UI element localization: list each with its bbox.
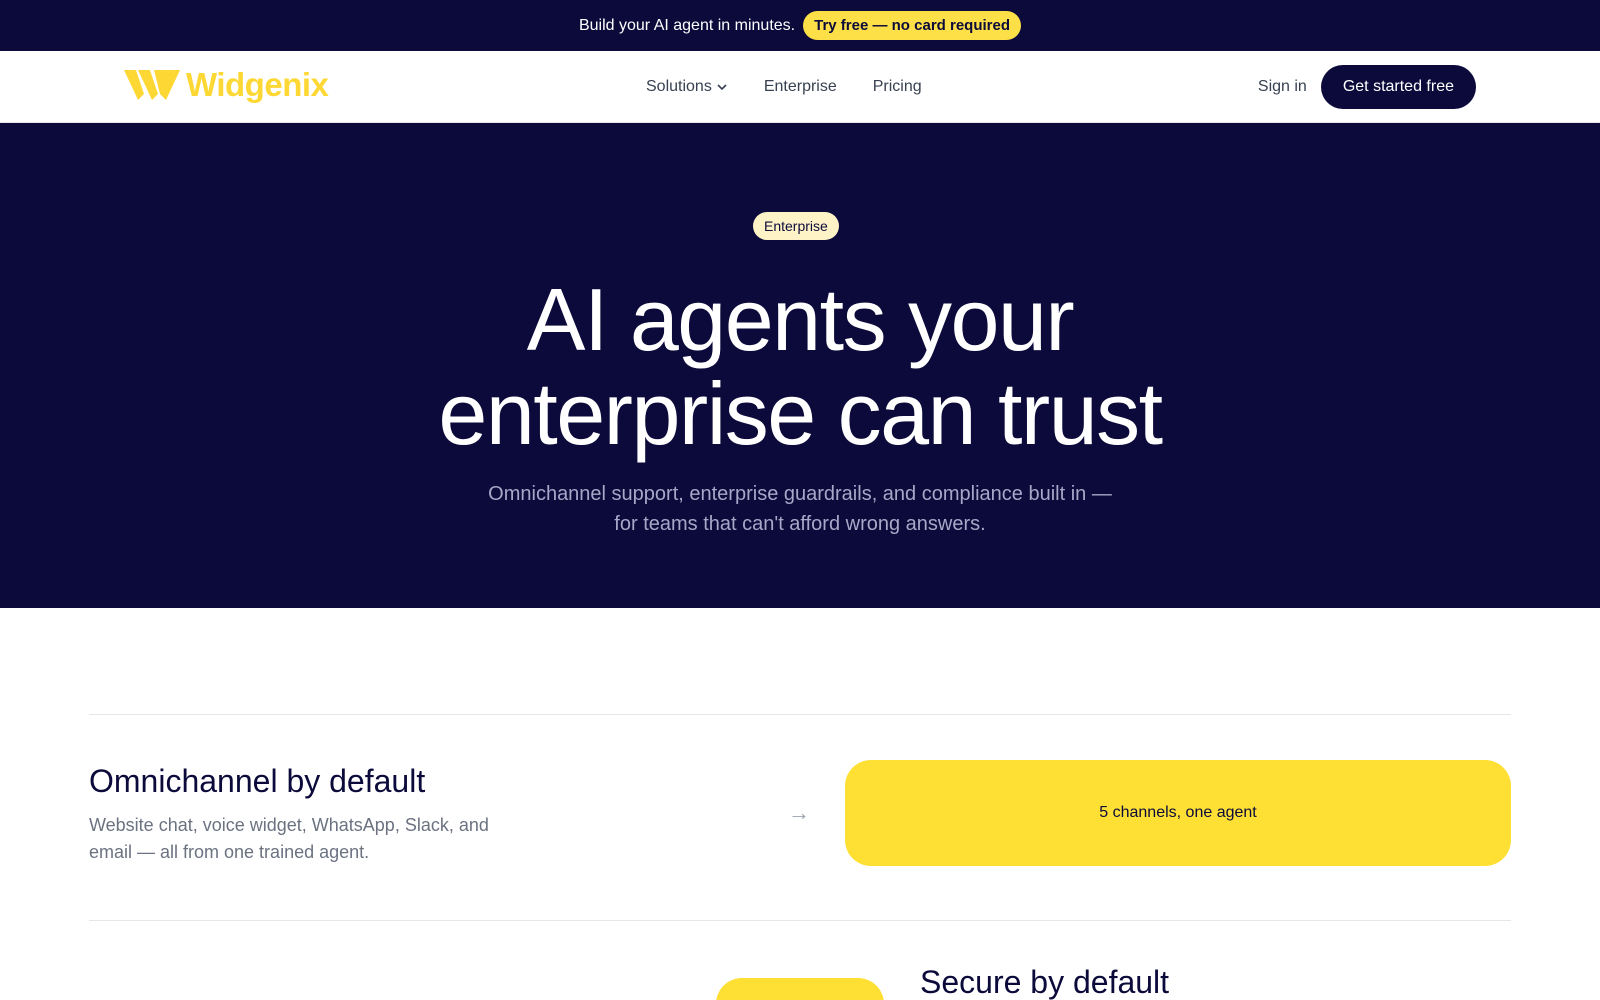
nav-link-solutions-label: Solutions (646, 78, 712, 95)
logo-mark-icon (124, 70, 180, 100)
banner-text: Build your AI agent in minutes. (578, 16, 796, 34)
hero-section: Enterprise AI agents your enterprise can… (0, 123, 1600, 608)
arrow-right-icon: → (788, 800, 810, 825)
nav-link-solutions[interactable]: Solutions (646, 78, 728, 96)
logo[interactable]: Widgenix (124, 65, 329, 105)
section-divider (89, 714, 1511, 715)
feature-title: Secure by default (920, 964, 1170, 1000)
sign-in-link[interactable]: Sign in (1258, 78, 1307, 96)
feature-card (716, 978, 884, 1000)
hero-title: AI agents your enterprise can trust (300, 273, 1300, 461)
chevron-down-icon (717, 84, 727, 91)
hero-subtitle: Omnichannel support, enterprise guardrai… (488, 483, 1112, 535)
logo-text: Widgenix (186, 66, 329, 103)
nav-link-enterprise[interactable]: Enterprise (764, 78, 837, 96)
feature-description: Website chat, voice widget, WhatsApp, Sl… (89, 815, 489, 862)
get-started-button[interactable]: Get started free (1320, 65, 1476, 109)
banner-cta-button[interactable]: Try free — no card required (803, 11, 1022, 40)
hero-title-line2: enterprise can trust (438, 364, 1163, 463)
hero-title-line1: AI agents your (526, 270, 1075, 369)
top-banner: Build your AI agent in minutes. Try free… (0, 0, 1600, 51)
section-divider (89, 920, 1511, 921)
nav-link-pricing[interactable]: Pricing (873, 78, 922, 96)
nav-actions: Sign in Get started free (1258, 51, 1476, 123)
feature-title: Omnichannel by default (89, 763, 426, 799)
main-nav: Widgenix Solutions Enterprise Pricing Si… (0, 51, 1600, 123)
nav-links: Solutions Enterprise Pricing (646, 51, 922, 123)
hero-badge: Enterprise (753, 212, 839, 240)
feature-card: 5 channels, one agent (845, 760, 1511, 866)
feature-card-label: 5 channels, one agent (1099, 804, 1257, 821)
